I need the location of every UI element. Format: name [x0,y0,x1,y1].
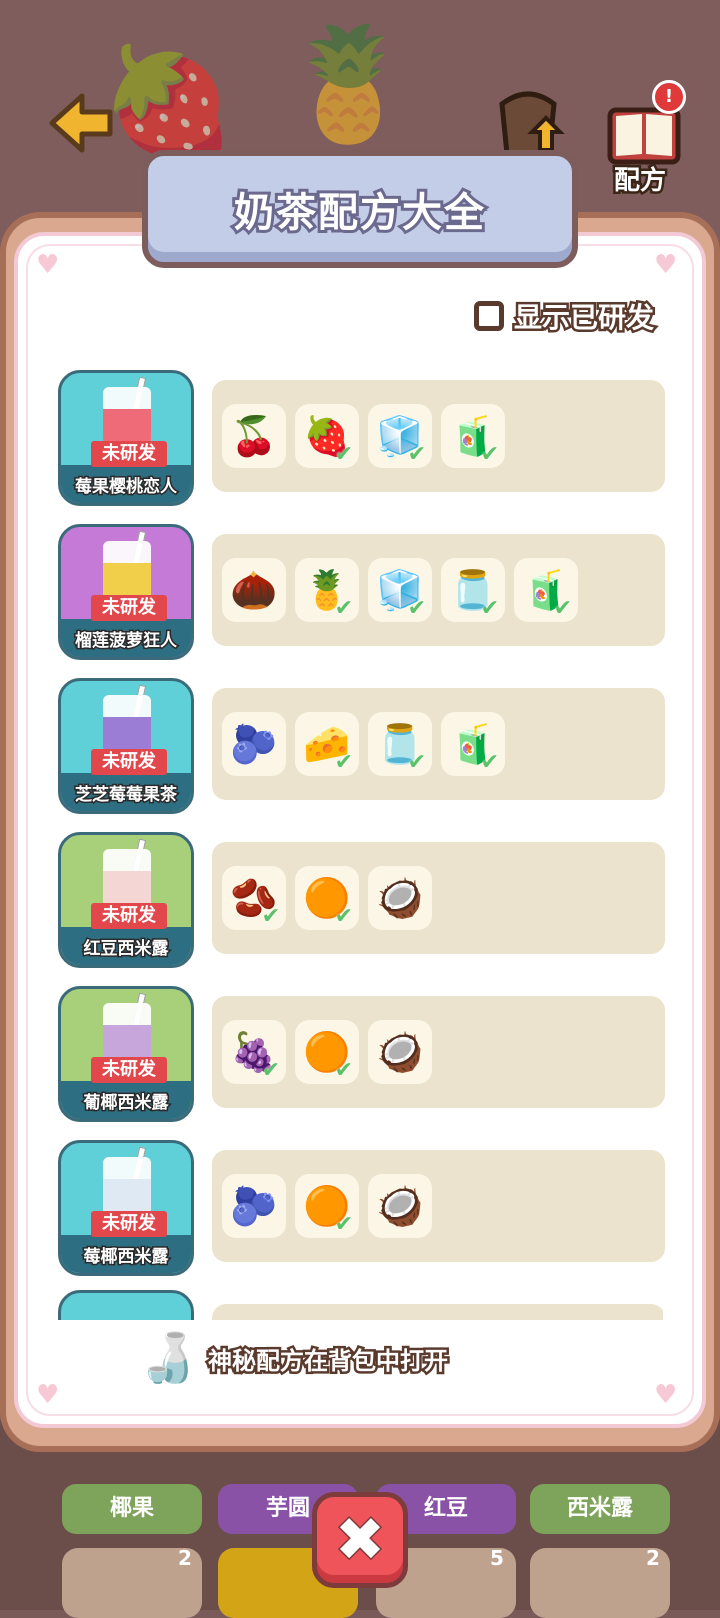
mystery-recipe-hint: 🍶 神秘配方在背包中打开 [138,1326,451,1390]
recipe-row: 未研发红豆西米露 🫘 ✔ 🟠 ✔ 🥥 [58,832,665,968]
ingredient-icon: 🥥 [376,1030,424,1074]
ingredient-slot[interactable]: 🍍 ✔ [295,558,359,622]
ingredient-slot[interactable]: 🫙 ✔ [368,712,432,776]
recipe-row: 未研发莓椰西米露 🫐 🟠 ✔ 🥥 [58,1140,665,1276]
check-icon: ✔ [407,750,426,775]
drink-name: 榴莲菠萝狂人 [74,630,179,653]
hint-text: 神秘配方在背包中打开 [206,1344,451,1377]
ingredient-bar-partial [212,1304,663,1320]
drink-card[interactable]: 未研发 榴莲菠萝狂人 [58,524,194,660]
ingredient-bar: 🫐 🟠 ✔ 🥥 [212,1150,665,1262]
drink-card[interactable]: 未研发 莓果樱桃恋人 [58,370,194,506]
check-icon: ✔ [407,442,426,467]
ingredient-slot[interactable]: 🧊 ✔ [368,558,432,622]
bottle-icon: 🍶 [138,1330,198,1386]
recipe-row: 未研发莓果樱桃恋人 🍒 🍓 ✔ 🧊 ✔ 🧃 ✔ [58,370,665,506]
panel-title: 奶茶配方大全 [231,187,487,239]
drink-name: 莓果樱桃恋人 [74,476,179,499]
notification-badge: ! [652,80,686,114]
ingredient-bar: 🫐 🧀 ✔ 🫙 ✔ 🧃 ✔ [212,688,665,800]
heart-decoration-icon: ♥ [36,250,60,280]
ingredient-icon: 🍒 [230,414,278,458]
check-icon: ✔ [334,442,353,467]
drink-name: 芝芝莓莓果茶 [74,784,179,807]
check-icon: ✔ [261,1058,280,1083]
heart-decoration-icon: ♥ [654,250,678,280]
check-icon: ✔ [553,596,572,621]
ingredient-slot[interactable]: 🥥 [368,866,432,930]
ingredient-icon: 🥥 [376,1184,424,1228]
drink-card-partial[interactable] [58,1290,194,1320]
drink-card[interactable]: 未研发 莓椰西米露 [58,1140,194,1276]
ingredient-slot[interactable]: 🟠 ✔ [295,1174,359,1238]
ingredient-slot[interactable]: 🧃 ✔ [441,404,505,468]
ingredient-slot[interactable]: 🍓 ✔ [295,404,359,468]
drink-name: 红豆西米露 [82,938,170,961]
ingredient-bar: 🍇 ✔ 🟠 ✔ 🥥 [212,996,665,1108]
back-arrow-icon[interactable] [46,88,116,158]
recipe-row: 未研发芝芝莓莓果茶 🫐 🧀 ✔ 🫙 ✔ 🧃 ✔ [58,678,665,814]
drink-card[interactable]: 未研发 红豆西米露 [58,832,194,968]
ingredient-icon: 🥥 [376,876,424,920]
close-icon: ✖ [333,1504,386,1577]
ingredient-slot[interactable]: 🍇 ✔ [222,1020,286,1084]
check-icon: ✔ [407,596,426,621]
check-icon: ✔ [334,750,353,775]
drink-card[interactable]: 未研发 葡椰西米露 [58,986,194,1122]
checkbox[interactable] [474,301,504,331]
ingredient-slot[interactable]: 🫘 ✔ [222,866,286,930]
ingredient-slot[interactable]: 🫐 [222,1174,286,1238]
check-icon: ✔ [480,596,499,621]
slot-count: 5 [490,1546,504,1570]
status-ribbon: 未研发 [91,595,167,621]
tab-coconut-jelly[interactable]: 椰果 [62,1484,202,1534]
ingredient-slot[interactable]: 🍒 [222,404,286,468]
check-icon: ✔ [480,442,499,467]
ingredient-icon: 🌰 [230,568,278,612]
check-icon: ✔ [334,1212,353,1237]
ingredient-slot[interactable]: 🧃 ✔ [441,712,505,776]
show-developed-toggle[interactable]: 显示已研发 [474,296,657,337]
ingredient-slot[interactable]: 🟠 ✔ [295,866,359,930]
check-icon: ✔ [334,596,353,621]
drink-card[interactable]: 未研发 芝芝莓莓果茶 [58,678,194,814]
drink-name: 葡椰西米露 [82,1092,170,1115]
tab-sago[interactable]: 西米露 [530,1484,670,1534]
status-ribbon: 未研发 [91,1211,167,1237]
ingredient-icon: 🫐 [230,722,278,766]
heart-decoration-icon: ♥ [36,1380,60,1410]
ingredient-slot[interactable]: 🥥 [368,1020,432,1084]
slot-count: 2 [178,1546,192,1570]
ingredient-icon: 🫐 [230,1184,278,1228]
ingredient-slot[interactable]: 🧀 ✔ [295,712,359,776]
ingredient-slot[interactable]: 🫙 ✔ [441,558,505,622]
close-button[interactable]: ✖ [312,1492,408,1588]
ingredient-bar: 🫘 ✔ 🟠 ✔ 🥥 [212,842,665,954]
recipe-row: 未研发葡椰西米露 🍇 ✔ 🟠 ✔ 🥥 [58,986,665,1122]
check-icon: ✔ [261,904,280,929]
slot-count: 2 [646,1546,660,1570]
recipe-row: 未研发榴莲菠萝狂人 🌰 🍍 ✔ 🧊 ✔ 🫙 ✔ 🧃 ✔ [58,524,665,660]
ingredient-bar: 🌰 🍍 ✔ 🧊 ✔ 🫙 ✔ 🧃 ✔ [212,534,665,646]
recipe-label: 配方 [611,164,668,199]
ingredient-slot[interactable]: 🌰 [222,558,286,622]
ingredient-slot[interactable]: 🧊 ✔ [368,404,432,468]
check-icon: ✔ [334,1058,353,1083]
ingredient-bar: 🍒 🍓 ✔ 🧊 ✔ 🧃 ✔ [212,380,665,492]
ingredient-slot[interactable]: 🥥 [368,1174,432,1238]
heart-decoration-icon: ♥ [654,1380,678,1410]
pineapple-bg-icon: 🍍 [280,20,417,148]
ingredient-slot[interactable]: 🫐 [222,712,286,776]
show-developed-label: 显示已研发 [511,299,656,337]
ingredient-slot[interactable]: 🟠 ✔ [295,1020,359,1084]
status-ribbon: 未研发 [91,441,167,467]
status-ribbon: 未研发 [91,749,167,775]
check-icon: ✔ [334,904,353,929]
status-ribbon: 未研发 [91,1057,167,1083]
status-ribbon: 未研发 [91,903,167,929]
ingredient-slot[interactable]: 🧃 ✔ [514,558,578,622]
check-icon: ✔ [480,750,499,775]
drink-name: 莓椰西米露 [82,1246,170,1269]
recipe-row-partial [58,1290,663,1320]
